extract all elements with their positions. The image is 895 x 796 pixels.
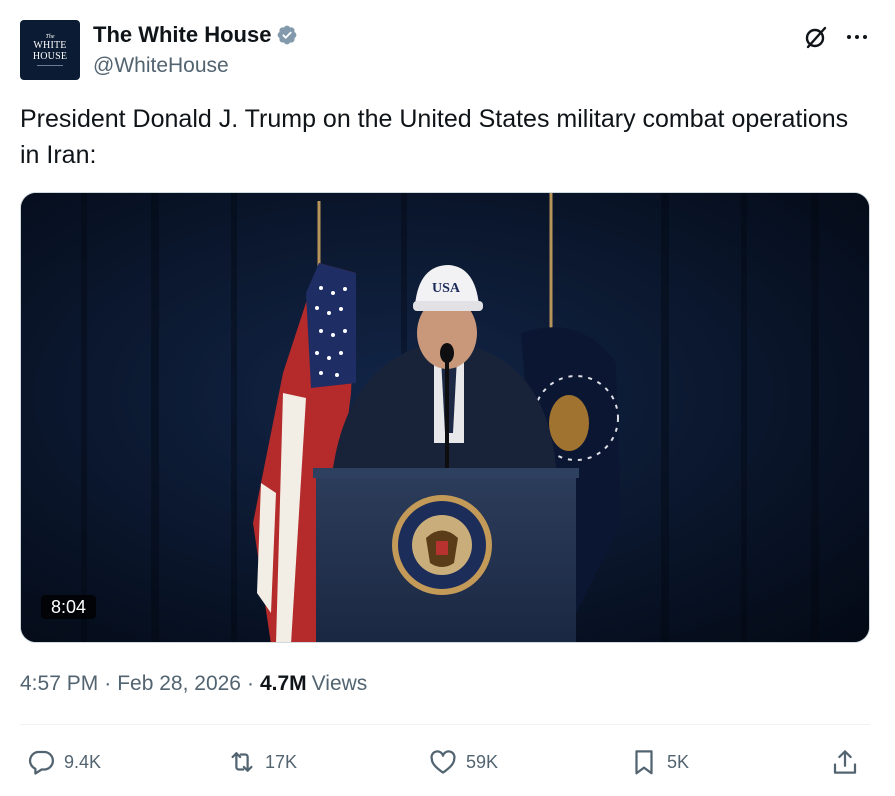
grok-icon[interactable] <box>801 22 831 52</box>
repost-icon <box>231 752 253 772</box>
repost-count: 17K <box>265 751 298 772</box>
action-bar: 9.4K 17K 59K 5K <box>20 742 870 782</box>
author-display-name[interactable]: The White House <box>93 22 271 48</box>
divider <box>20 724 870 725</box>
reply-icon <box>28 750 54 775</box>
tweet-time[interactable]: 4:57 PM <box>20 672 98 696</box>
views-count: 4.7M <box>259 672 307 695</box>
bookmark-button[interactable]: 5K <box>629 742 689 782</box>
avatar[interactable]: The WHITE HOUSE <box>20 20 80 80</box>
author-handle[interactable]: @WhiteHouse <box>93 54 229 78</box>
more-options-icon[interactable] <box>842 22 872 52</box>
author-name-row: The White House <box>93 22 298 48</box>
views-label: Views <box>311 672 368 695</box>
share-button[interactable] <box>830 742 860 782</box>
video-frame: USA <box>21 193 869 642</box>
video-duration: 8:04 <box>41 595 97 619</box>
reply-count: 9.4K <box>64 751 102 772</box>
bookmark-icon <box>635 750 653 775</box>
heart-icon <box>430 750 456 774</box>
bookmark-count: 5K <box>667 751 690 772</box>
like-button[interactable]: 59K <box>428 742 498 782</box>
separator-dot: · <box>246 672 254 695</box>
avatar-line1: WHITE <box>33 40 67 51</box>
tweet-date[interactable]: Feb 28, 2026 <box>117 672 241 696</box>
reply-button[interactable]: 9.4K <box>26 742 101 782</box>
separator-dot: · <box>104 672 112 695</box>
like-count: 59K <box>466 751 499 772</box>
video-player[interactable]: USA 8:04 <box>20 192 870 643</box>
verified-badge-icon <box>278 25 297 45</box>
share-icon <box>833 750 857 774</box>
cap-text: USA <box>432 281 461 296</box>
tweet-metadata: 4:57 PM · Feb 28, 2026 · 4.7M Views <box>20 672 367 696</box>
tweet-text: President Donald J. Trump on the United … <box>20 105 849 169</box>
repost-button[interactable]: 17K <box>227 742 297 782</box>
avatar-underline <box>37 65 63 66</box>
avatar-line2: HOUSE <box>32 51 68 62</box>
